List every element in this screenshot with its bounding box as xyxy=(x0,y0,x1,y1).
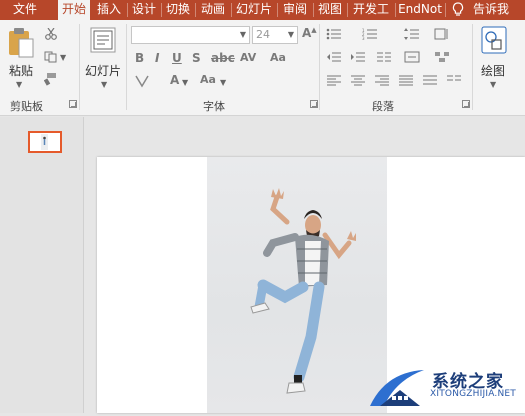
bold-icon[interactable]: B xyxy=(135,51,144,65)
font-size-dropdown-icon[interactable]: ▼ xyxy=(288,27,294,43)
bullets-icon[interactable] xyxy=(326,28,341,40)
underline-icon[interactable]: U xyxy=(172,51,182,65)
tab-slideshow[interactable]: 幻灯片 xyxy=(232,0,276,20)
numbering-icon[interactable]: 123 xyxy=(362,28,377,41)
character-spacing-icon[interactable]: AV xyxy=(240,51,256,64)
paste-button-label[interactable]: 粘贴 xyxy=(9,62,33,79)
tab-transitions[interactable]: 切换 xyxy=(162,0,194,20)
tab-endnote[interactable]: EndNot xyxy=(396,0,444,20)
new-slide-dropdown-icon[interactable]: ▼ xyxy=(101,80,107,89)
italic-icon[interactable]: I xyxy=(155,51,159,65)
strikethrough-icon[interactable]: abc xyxy=(211,51,235,65)
change-case-icon[interactable]: Aa xyxy=(270,51,286,64)
tab-developer[interactable]: 开发工 xyxy=(348,0,394,20)
paragraph-columns-icon[interactable] xyxy=(446,74,461,86)
tab-animations[interactable]: 动画 xyxy=(196,0,230,20)
watermark-url: XITONGZHIJIA.NET xyxy=(430,389,516,399)
align-center-icon[interactable] xyxy=(350,74,365,86)
align-right-icon[interactable] xyxy=(374,74,389,86)
copy-dropdown-icon[interactable]: ▼ xyxy=(60,53,66,62)
slide-thumbnail-1[interactable] xyxy=(28,131,62,153)
decrease-indent-icon[interactable] xyxy=(326,51,341,63)
drawing-dropdown-icon[interactable]: ▼ xyxy=(490,80,496,89)
new-slide-button-label[interactable]: 幻灯片 xyxy=(85,62,121,79)
paragraph-group-label: 段落 xyxy=(372,100,394,113)
tab-review[interactable]: 审阅 xyxy=(278,0,312,20)
clipboard-launcher-icon[interactable] xyxy=(69,100,77,108)
lightbulb-icon xyxy=(452,2,464,20)
distributed-icon[interactable] xyxy=(422,74,437,86)
paste-icon[interactable] xyxy=(8,28,34,61)
cut-icon[interactable] xyxy=(44,27,58,40)
convert-smartart-icon[interactable] xyxy=(434,51,449,63)
text-effects-icon[interactable] xyxy=(134,74,149,88)
increase-font-size-icon[interactable]: A▲ xyxy=(302,26,317,40)
tab-home[interactable]: 开始 xyxy=(58,0,90,20)
tab-design[interactable]: 设计 xyxy=(128,0,160,20)
dancing-man-image xyxy=(250,188,356,394)
paste-dropdown-icon[interactable]: ▼ xyxy=(16,80,22,89)
svg-text:3: 3 xyxy=(362,36,365,40)
text-direction-icon[interactable] xyxy=(434,28,448,40)
drawing-shapes-icon[interactable] xyxy=(481,26,507,57)
columns-icon[interactable] xyxy=(376,51,391,63)
font-color-dropdown-icon[interactable]: ▼ xyxy=(220,78,226,87)
paragraph-launcher-icon[interactable] xyxy=(462,100,470,108)
font-color-icon[interactable]: Aa xyxy=(200,73,216,86)
format-painter-icon[interactable] xyxy=(43,72,58,86)
font-name-combo[interactable]: ▼ xyxy=(131,26,250,44)
drawing-button-label[interactable]: 绘图 xyxy=(481,62,505,79)
tab-file[interactable]: 文件 xyxy=(0,0,50,20)
ribbon-tab-bar: 文件 开始 插入 设计 切换 动画 幻灯片 审阅 视图 开发工 EndNot 告… xyxy=(0,0,525,20)
watermark-logo-icon xyxy=(366,366,428,413)
tab-view[interactable]: 视图 xyxy=(314,0,346,20)
font-group-label: 字体 xyxy=(203,100,225,113)
align-text-icon[interactable] xyxy=(404,51,420,63)
copy-icon[interactable] xyxy=(44,51,58,63)
shadow-icon[interactable]: S xyxy=(192,51,201,65)
tell-me-search[interactable]: 告诉我 xyxy=(466,0,516,20)
highlight-dropdown-icon[interactable]: ▼ xyxy=(182,78,188,87)
slide-photo[interactable] xyxy=(207,157,387,413)
clipboard-group-label: 剪贴板 xyxy=(10,100,43,113)
new-slide-icon[interactable] xyxy=(90,27,116,56)
font-name-dropdown-icon[interactable]: ▼ xyxy=(240,27,246,43)
line-spacing-icon[interactable] xyxy=(404,28,419,40)
increase-indent-icon[interactable] xyxy=(350,51,365,63)
font-size-combo[interactable]: 24 ▼ xyxy=(252,26,298,44)
align-left-icon[interactable] xyxy=(326,74,341,86)
font-size-value: 24 xyxy=(256,28,270,41)
font-launcher-icon[interactable] xyxy=(310,100,318,108)
slide-thumbnail-pane xyxy=(0,117,84,413)
ribbon: 粘贴 ▼ ▼ 剪贴板 幻灯片 ▼ ▼ 24 ▼ A▲ B I U S abc A… xyxy=(0,20,525,116)
justify-icon[interactable] xyxy=(398,74,413,86)
tab-insert[interactable]: 插入 xyxy=(92,0,126,20)
highlight-icon[interactable]: A xyxy=(170,73,179,87)
